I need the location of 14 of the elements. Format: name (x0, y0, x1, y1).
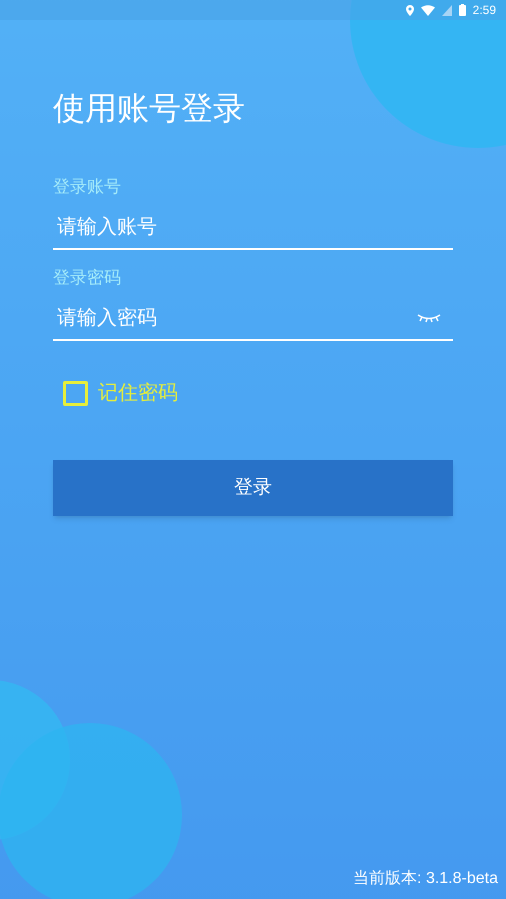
checkbox[interactable] (63, 380, 88, 406)
location-icon (406, 4, 414, 16)
input-field[interactable]: 请输入账号 (53, 206, 441, 248)
input-field[interactable]: 请输入密码 (53, 297, 417, 339)
login-button[interactable]: 登录 (53, 460, 453, 516)
field-label: 登录密码 (53, 267, 122, 289)
signal-icon (442, 4, 452, 16)
wifi-icon (420, 4, 435, 16)
page-title: 使用账号登录 (53, 89, 246, 128)
eye-closed-icon[interactable] (417, 313, 441, 323)
remember-label: 记住密码 (98, 381, 178, 406)
version-text: 当前版本: 3.1.8-beta (353, 868, 498, 889)
field-label: 登录账号 (53, 176, 122, 198)
status-time: 2:59 (472, 2, 496, 19)
